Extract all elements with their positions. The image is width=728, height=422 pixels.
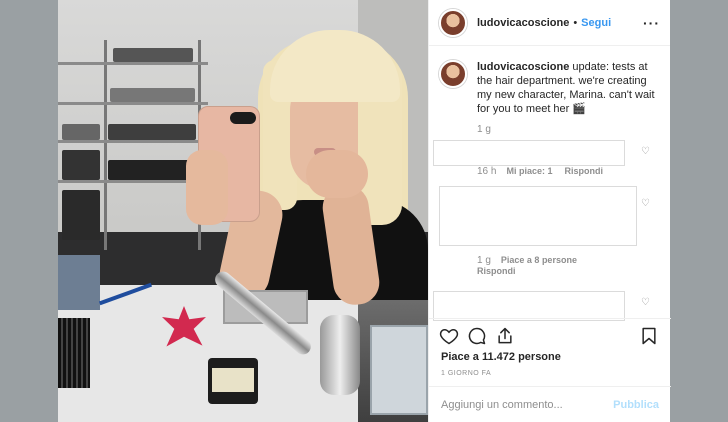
comment-like-heart-icon[interactable]: ♡ xyxy=(641,147,651,157)
comment-meta: 1 g Piace a 8 persone Rispondi xyxy=(477,255,577,277)
shelf-bar xyxy=(58,62,208,65)
follow-button[interactable]: Segui xyxy=(581,17,611,29)
comment-like-heart-icon[interactable]: ♡ xyxy=(641,298,651,308)
publish-button[interactable]: Pubblica xyxy=(613,399,659,411)
shelf-item xyxy=(110,88,195,102)
photo-tap xyxy=(320,315,360,395)
comment-meta: 16 h Mi piace: 1 Rispondi xyxy=(477,166,603,177)
comment-box xyxy=(433,140,625,166)
shelf-item xyxy=(62,190,100,240)
comment-time: 1 g xyxy=(477,255,491,266)
comment-box xyxy=(433,291,625,321)
post-header: ludovicacoscione • Segui ··· xyxy=(429,0,670,46)
comment-box xyxy=(439,186,637,246)
action-bar xyxy=(429,318,671,352)
shelf-bar xyxy=(58,140,208,143)
heart-icon[interactable] xyxy=(439,326,459,346)
post-side-panel: ludovicacoscione • Segui ··· ludovicacos… xyxy=(428,0,671,422)
caption-username[interactable]: ludovicacoscione xyxy=(477,61,569,73)
post-photo[interactable] xyxy=(58,0,428,422)
comment-likes[interactable]: Mi piace: 1 xyxy=(506,166,552,176)
photo-brush xyxy=(58,318,90,388)
shelf-post xyxy=(104,40,107,250)
shelf-item xyxy=(62,150,100,180)
comment-icon[interactable] xyxy=(467,326,487,346)
shelf-item xyxy=(108,124,196,140)
header-username[interactable]: ludovicacoscione xyxy=(477,17,569,29)
comment-time: 16 h xyxy=(477,166,497,177)
shelf-item xyxy=(108,160,196,180)
shelf-item xyxy=(62,124,100,140)
photo-box xyxy=(370,325,428,415)
caption-text: ludovicacoscione update: tests at the ha… xyxy=(477,60,659,116)
bottle-label xyxy=(212,368,254,392)
shelf-bar xyxy=(58,102,208,105)
likes-count[interactable]: Piace a 11.472 persone xyxy=(441,351,561,363)
instagram-post: ludovicacoscione • Segui ··· ludovicacos… xyxy=(58,0,671,422)
share-icon[interactable] xyxy=(495,326,515,346)
avatar[interactable] xyxy=(439,60,467,88)
add-comment-row: Pubblica xyxy=(429,386,671,422)
phone-camera xyxy=(230,112,256,124)
caption: ludovicacoscione update: tests at the ha… xyxy=(439,60,659,116)
separator-dot: • xyxy=(573,16,578,29)
post-time-ago: 1 GIORNO FA xyxy=(441,370,492,377)
shelf-item xyxy=(113,48,193,62)
photo-blue-case xyxy=(58,255,100,310)
hand xyxy=(186,150,228,225)
photo-shelf xyxy=(58,40,208,250)
bookmark-icon[interactable] xyxy=(639,326,659,346)
reply-button[interactable]: Rispondi xyxy=(564,166,603,176)
comment-likes[interactable]: Piace a 8 persone xyxy=(501,255,577,265)
hand xyxy=(306,150,368,198)
caption-time: 1 g xyxy=(477,124,491,135)
comment-input[interactable] xyxy=(441,398,611,411)
photo-bottle xyxy=(208,358,258,404)
reply-button[interactable]: Rispondi xyxy=(477,266,516,276)
comment-like-heart-icon[interactable]: ♡ xyxy=(641,199,651,209)
avatar[interactable] xyxy=(439,8,467,37)
more-options-icon[interactable]: ··· xyxy=(643,15,660,31)
